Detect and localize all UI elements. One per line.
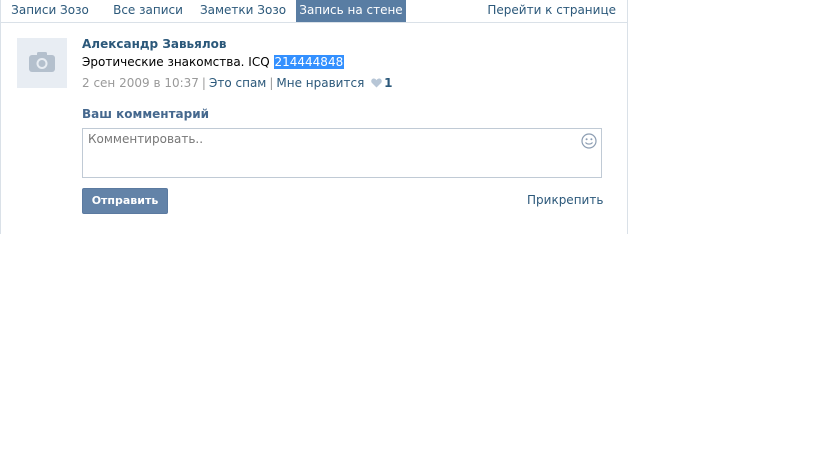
- report-spam-link[interactable]: Это спам: [209, 76, 266, 90]
- post-meta: 2 сен 2009 в 10:37 | Это спам | Мне нравится…: [82, 76, 392, 90]
- tab-wall-post[interactable]: Запись на стене: [296, 0, 406, 22]
- meta-separator: |: [269, 76, 274, 90]
- wall-post-panel: Записи Зозо Все записи Заметки Зозо Запи…: [0, 0, 628, 234]
- selected-icq-number: 214444848: [273, 55, 345, 69]
- like-link[interactable]: Мне нравится: [276, 76, 364, 90]
- comment-box: [82, 128, 602, 181]
- tab-zozo-notes[interactable]: Заметки Зозо: [197, 0, 289, 22]
- tab-zozo-posts[interactable]: Записи Зозо: [9, 0, 91, 22]
- avatar[interactable]: [17, 38, 67, 88]
- heart-icon[interactable]: [371, 78, 382, 88]
- attach-link[interactable]: Прикрепить: [527, 193, 603, 207]
- like-count: 1: [384, 76, 393, 90]
- post-text: Эротические знакомства. ICQ 214444848: [82, 55, 345, 69]
- post-author-link[interactable]: Александр Завьялов: [82, 37, 226, 51]
- smile-icon[interactable]: [581, 133, 597, 149]
- post-text-content: Эротические знакомства. ICQ: [82, 55, 270, 69]
- meta-separator: |: [201, 76, 206, 90]
- tab-bar: Записи Зозо Все записи Заметки Зозо Запи…: [1, 0, 628, 23]
- send-button[interactable]: Отправить: [82, 188, 168, 214]
- post-date[interactable]: 2 сен 2009 в 10:37: [82, 76, 199, 90]
- go-to-page-link[interactable]: Перейти к странице: [487, 0, 616, 22]
- tab-all-posts[interactable]: Все записи: [105, 0, 191, 22]
- comment-label: Ваш комментарий: [82, 107, 210, 121]
- camera-icon: [29, 52, 55, 72]
- comment-input[interactable]: [83, 129, 583, 181]
